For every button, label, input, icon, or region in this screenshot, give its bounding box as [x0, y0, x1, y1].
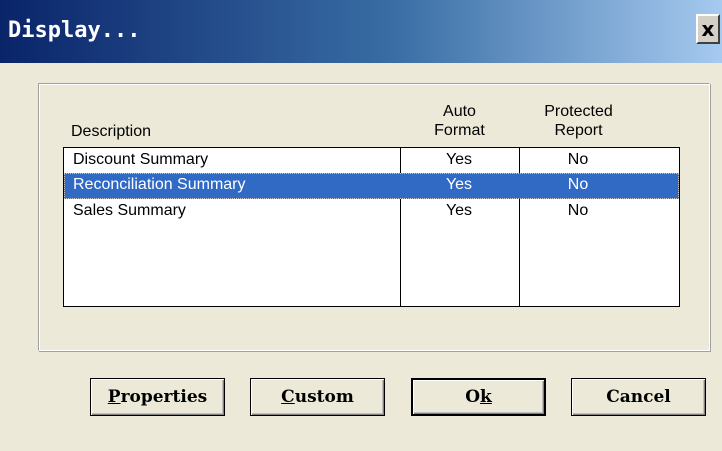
row-description: Sales Summary [73, 202, 186, 219]
row-auto-format: Yes [445, 176, 473, 193]
header-protected-report: Protected Report [519, 102, 638, 140]
row-auto-format: Yes [445, 202, 473, 219]
cancel-button[interactable]: Cancel [571, 378, 706, 416]
ok-button[interactable]: Ok [411, 378, 546, 416]
row-protected: No [567, 151, 589, 168]
properties-button[interactable]: Properties [90, 378, 225, 416]
table-row-selected[interactable]: Reconciliation Summary Yes No [64, 173, 679, 199]
table-row[interactable]: Sales Summary Yes No [64, 199, 679, 225]
header-auto-format: Auto Format [400, 102, 519, 140]
row-protected: No [567, 176, 589, 193]
row-description: Discount Summary [73, 151, 209, 168]
title-bar[interactable]: Display... x [0, 0, 722, 63]
table-row[interactable]: Discount Summary Yes No [64, 148, 679, 174]
row-description: Reconciliation Summary [73, 176, 246, 193]
header-auto-format-line2: Format [434, 122, 485, 139]
window-title: Display... [8, 18, 141, 43]
ok-label: O [465, 387, 481, 407]
row-protected: No [567, 202, 589, 219]
header-protected-line1: Protected [544, 103, 613, 120]
row-auto-format: Yes [445, 151, 473, 168]
custom-accel: C [281, 387, 295, 407]
ok-accel: k [480, 387, 492, 407]
report-list[interactable]: Discount Summary Yes No Reconciliation S… [63, 147, 680, 307]
properties-label: roperties [120, 387, 208, 407]
close-icon: x [701, 17, 715, 41]
display-dialog: Display... x Description Auto Format Pro… [0, 0, 722, 451]
header-auto-format-line1: Auto [443, 103, 476, 120]
properties-accel: P [107, 387, 121, 407]
dialog-body: Description Auto Format Protected Report… [0, 63, 722, 451]
cancel-label: Cancel [606, 387, 671, 407]
header-description: Description [71, 123, 152, 140]
close-button[interactable]: x [696, 14, 720, 44]
custom-label: ustom [294, 387, 354, 407]
custom-button[interactable]: Custom [250, 378, 385, 416]
header-protected-line2: Report [554, 122, 603, 139]
